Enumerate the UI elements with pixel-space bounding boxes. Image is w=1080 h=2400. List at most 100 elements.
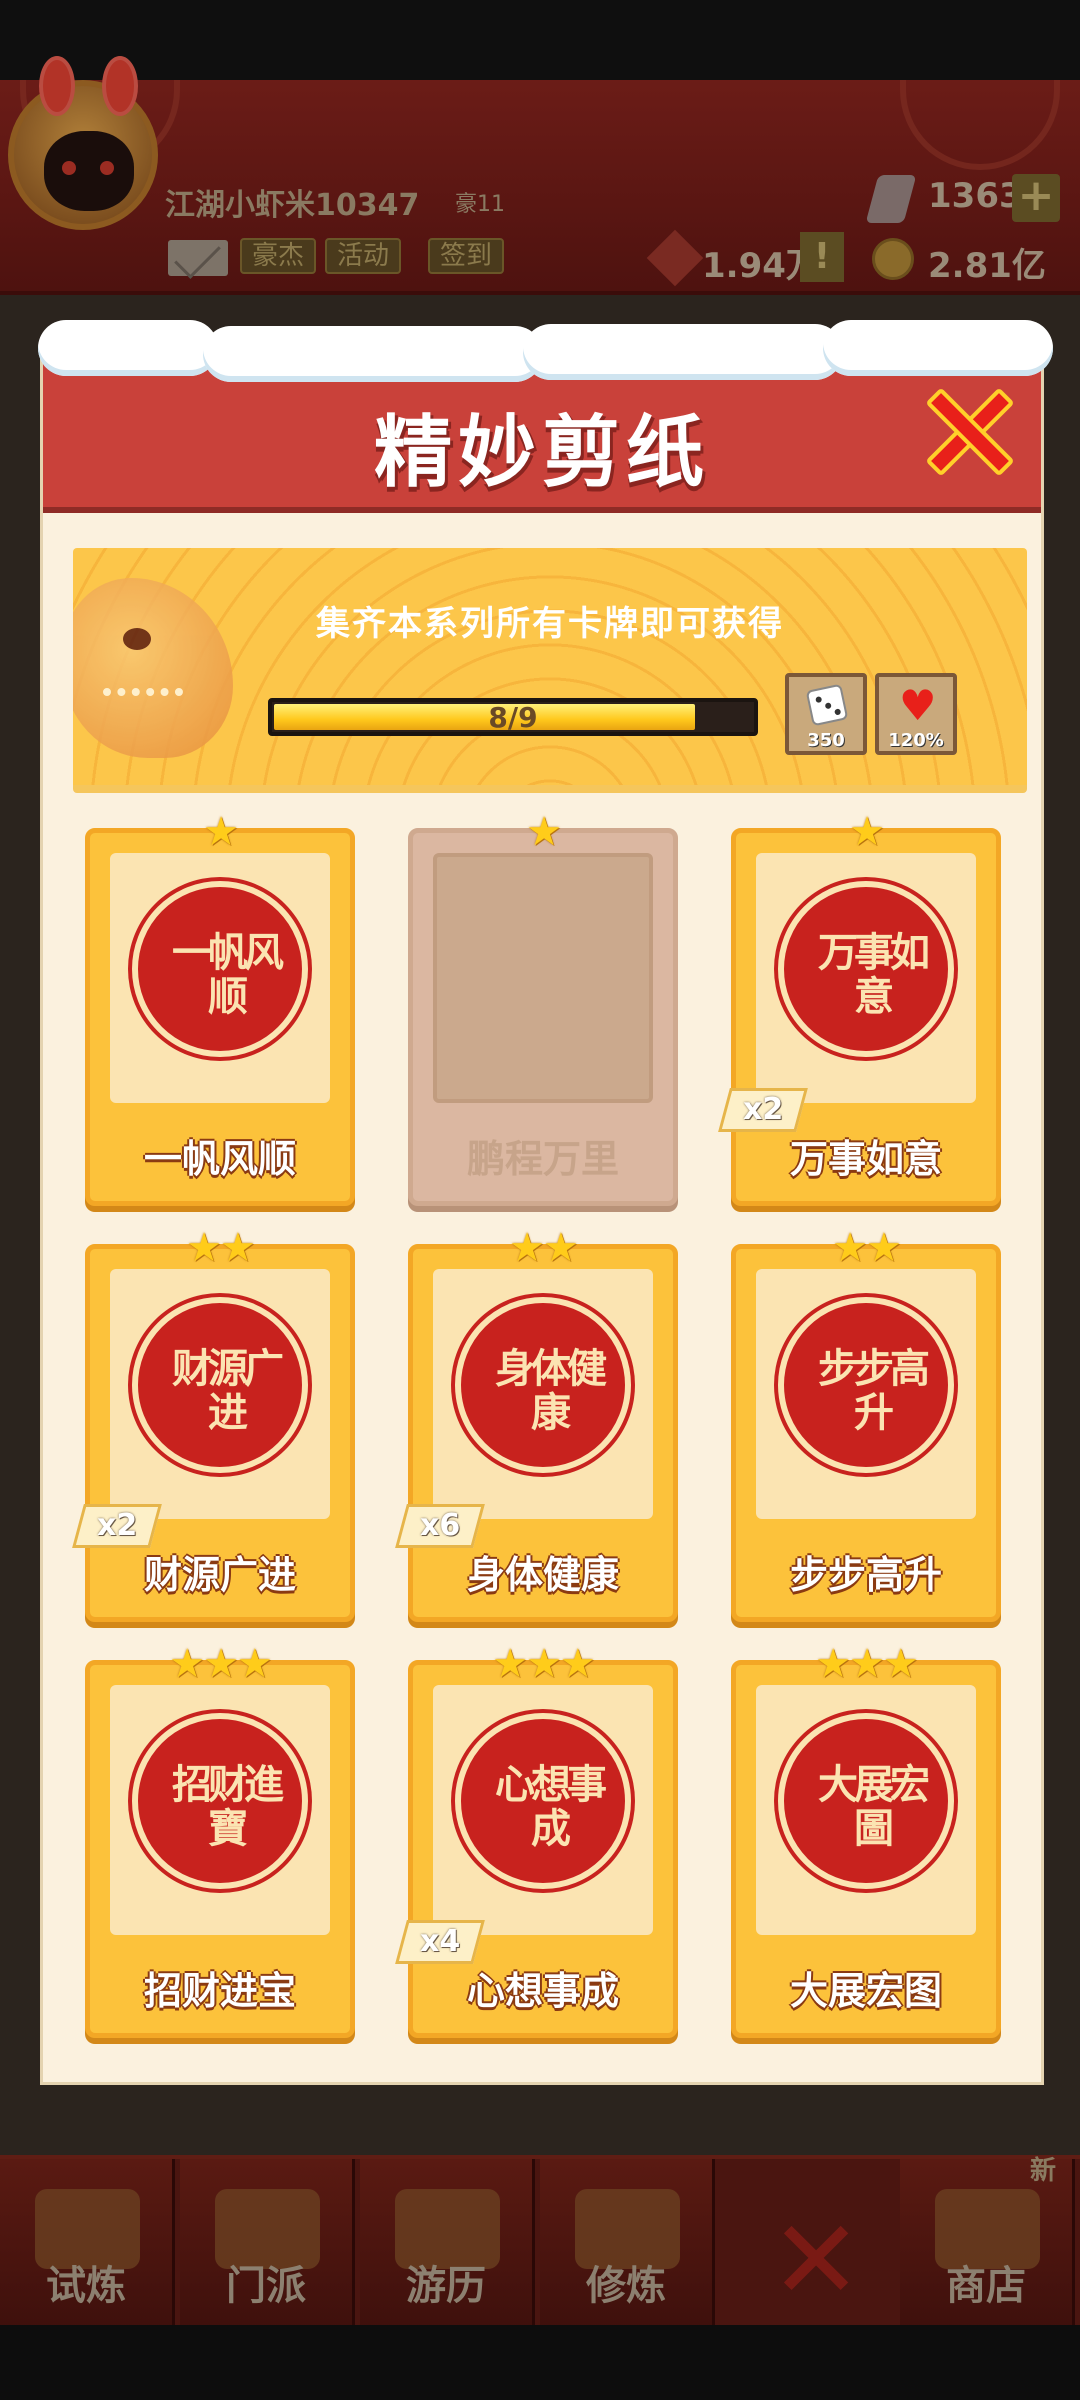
papercut-card[interactable]: 步步高升 步步高升 ★★ [731,1228,1001,1622]
star-icon: ★ [169,1641,205,1687]
add-gems-button[interactable]: + [1012,174,1060,222]
cloud-ornament-right [900,80,1060,170]
card-name: 身体健康 [466,1553,619,1597]
avatar-face [44,131,134,211]
nav-label: 商店 [946,2263,1026,2309]
papercut-card[interactable]: 身体健康 身体健康 x6 ★★ [395,1228,678,1622]
nav-cultivate[interactable]: 修炼 [540,2159,715,2329]
star-rating: ★ [731,812,1001,852]
gem-count: 1363 [928,176,1023,216]
duplicate-count-badge: x4 [395,1920,485,1964]
avatar-eye [62,161,76,175]
papercut-glyph: 大展宏圖 [818,1762,930,1852]
card-artwork: 一帆风顺 [110,853,330,1103]
avatar-eye [100,161,114,175]
card-frame: 招财進寶招财进宝 [85,1660,355,2038]
top-hud [0,80,1080,295]
card-artwork: 心想事成 [433,1685,653,1935]
reward-heart[interactable]: ♥ 120% [875,673,957,755]
card-name: 招财进宝 [143,1969,296,2013]
card-artwork: 步步高升 [756,1269,976,1519]
events-button[interactable]: 活动 [325,238,402,274]
papercut-glyph: 招财進寶 [172,1762,284,1852]
papercut-glyph: 万事如意 [818,930,930,1020]
nav-travel[interactable]: 游历 [360,2159,535,2329]
star-icon: ★ [832,1225,868,1271]
heart-icon: ♥ [899,681,937,730]
dragon-teeth [103,688,183,716]
avatar-ear-left [39,56,75,116]
papercut-card[interactable]: 大展宏圖 大展宏图 ★★★ [731,1644,1001,2038]
papercut-disc-icon: 大展宏圖 [778,1713,954,1889]
dialog-header: 精妙剪纸 [38,320,1053,513]
nav-close-icon[interactable]: ✕ [770,2205,862,2315]
card-name: 步步高升 [789,1553,942,1597]
star-icon: ★ [492,1641,528,1687]
mail-icon[interactable] [168,240,228,276]
duplicate-count-badge: x2 [72,1504,162,1548]
duplicate-count: x2 [96,1508,138,1543]
alert-button[interactable]: ! [800,232,844,282]
card-frame: 一帆风顺 一帆风顺 [85,828,355,1206]
nav-label: 试炼 [46,2263,126,2309]
snow-decoration [823,320,1053,376]
star-icon: ★ [815,1641,851,1687]
reward-heart-label: 120% [888,730,944,751]
nav-sect[interactable]: 门派 [180,2159,355,2329]
papercut-card[interactable]: 鹏程万里 ★ [408,812,678,1206]
papercut-card[interactable]: 心想事成 心想事成 x4 ★★★ [395,1644,678,2038]
papercut-collection-dialog: 精妙剪纸 集齐本系列所有卡牌即可获得 8/9 350 ♥ 120% 一帆风顺一帆… [38,320,1053,2085]
card-artwork: 招财進寶 [110,1685,330,1935]
player-avatar[interactable] [8,56,158,230]
progress-text: 8/9 [488,701,538,734]
star-rating: ★ [85,812,355,852]
player-name: 江湖小虾米10347 [165,188,420,223]
star-icon: ★ [866,1225,902,1271]
collection-progress-bar: 8/9 [268,698,758,736]
star-icon: ★ [220,1225,256,1271]
papercut-card[interactable]: 一帆风顺 一帆风顺 ★ [85,812,355,1206]
star-rating: ★★ [85,1228,355,1268]
papercut-disc-icon: 万事如意 [778,881,954,1057]
star-icon: ★ [526,1641,562,1687]
card-artwork: 万事如意 [756,853,976,1103]
papercut-glyph: 步步高升 [818,1346,930,1436]
card-artwork: 身体健康 [433,1269,653,1519]
star-rating: ★★★ [85,1644,355,1684]
star-rating: ★★★ [731,1644,1001,1684]
papercut-glyph: 财源广进 [172,1346,284,1436]
papercut-card[interactable]: 万事如意 万事如意 x2 ★ [718,812,1001,1206]
duplicate-count-badge: x2 [718,1088,808,1132]
card-frame: 财源广进 财源广进 x2 [72,1244,355,1622]
heroes-button[interactable]: 豪杰 [240,238,317,274]
star-icon: ★ [236,1641,273,1687]
card-artwork: 大展宏圖 [756,1685,976,1935]
snow-decoration [203,326,543,382]
star-icon: ★ [186,1225,222,1271]
papercut-card[interactable]: 财源广进 财源广进 x2 ★★ [72,1228,355,1622]
card-frame: 大展宏圖 大展宏图 [731,1660,1001,2038]
star-rating: ★★★ [408,1644,678,1684]
star-rating: ★★ [731,1228,1001,1268]
nav-trial[interactable]: 试炼 [0,2159,175,2329]
system-nav-bar [0,2325,1080,2400]
card-locked-placeholder [433,853,653,1103]
papercut-disc-icon: 心想事成 [455,1713,631,1889]
dialog-title: 精妙剪纸 [373,408,710,498]
star-icon: ★ [559,1641,596,1687]
gold-count: 2.81亿 [928,246,1046,286]
checkin-button[interactable]: 签到 [428,238,505,274]
card-frame: 步步高升 步步高升 [731,1244,1001,1622]
collection-reward-hint: 集齐本系列所有卡牌即可获得 [316,604,784,644]
avatar-ear-right [102,56,138,116]
bottom-nav: 试炼 门派 游历 修炼 商店 [0,2155,1080,2329]
star-icon: ★ [543,1225,579,1271]
close-button[interactable] [923,386,1015,477]
reward-dice[interactable]: 350 [785,673,867,755]
nav-label: 修炼 [586,2263,666,2309]
star-icon: ★ [849,1641,885,1687]
snow-decoration [523,324,843,380]
card-name: 一帆风顺 [143,1137,296,1181]
papercut-glyph: 身体健康 [495,1346,607,1436]
papercut-card[interactable]: 招财進寶 招财进宝 ★★★ [85,1644,355,2038]
